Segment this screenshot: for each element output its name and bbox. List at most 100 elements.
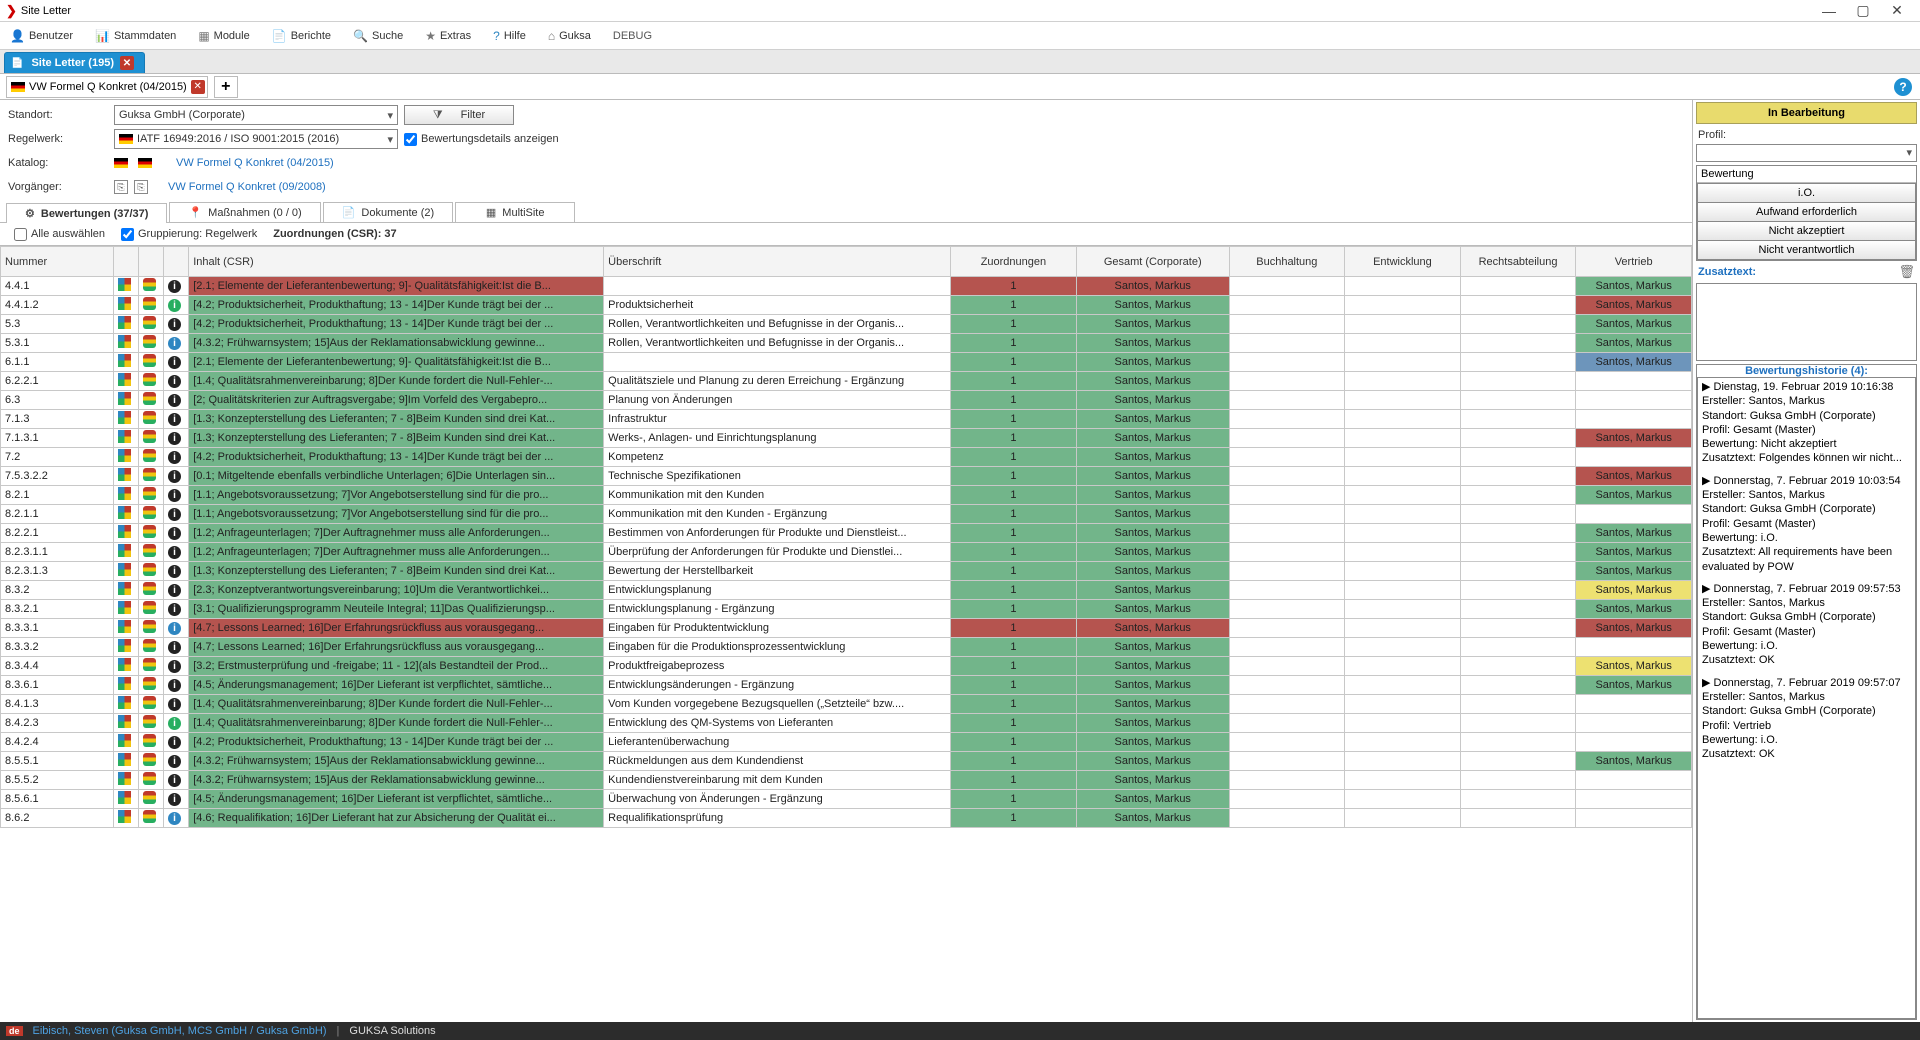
col-gesamt[interactable]: Gesamt (Corporate) (1076, 247, 1229, 277)
traffic-icon[interactable] (138, 372, 163, 391)
traffic-icon[interactable] (138, 505, 163, 524)
table-row[interactable]: 8.2.3.1.1i[1.2; Anfrageunterlagen; 7]Der… (1, 543, 1692, 562)
catalog-tab-add[interactable]: + (214, 76, 238, 98)
col-vertrieb[interactable]: Vertrieb (1576, 247, 1692, 277)
grid-icon[interactable] (113, 581, 138, 600)
traffic-icon[interactable] (138, 524, 163, 543)
grid-icon[interactable] (113, 600, 138, 619)
table-row[interactable]: 8.3.4.4i[3.2; Erstmusterprüfung und -fre… (1, 657, 1692, 676)
info-icon[interactable]: i (164, 448, 189, 467)
traffic-icon[interactable] (138, 657, 163, 676)
table-row[interactable]: 8.3.2i[2.3; Konzeptverantwortungsvereinb… (1, 581, 1692, 600)
trash-icon[interactable]: 🗑 (1898, 264, 1915, 280)
history-title[interactable]: Bewertungshistorie (4): (1697, 365, 1916, 377)
table-row[interactable]: 8.5.6.1i[4.5; Änderungsmanagement; 16]De… (1, 790, 1692, 809)
filter-button[interactable]: ⧩ Filter (404, 105, 514, 125)
col-inhalt[interactable]: Inhalt (CSR) (189, 247, 604, 277)
grid-icon[interactable] (113, 429, 138, 448)
table-row[interactable]: 6.1.1i[2.1; Elemente der Lieferantenbewe… (1, 353, 1692, 372)
grid-icon[interactable] (113, 638, 138, 657)
info-icon[interactable]: i (164, 372, 189, 391)
grid-icon[interactable] (113, 391, 138, 410)
traffic-icon[interactable] (138, 448, 163, 467)
table-row[interactable]: 7.1.3.1i[1.3; Konzepterstellung des Lief… (1, 429, 1692, 448)
info-icon[interactable]: i (164, 505, 189, 524)
rating-btn-nicht-verantwortlich[interactable]: Nicht verantwortlich (1697, 241, 1916, 260)
info-icon[interactable]: i (164, 752, 189, 771)
export-pdf-icon[interactable]: ⎘ (114, 180, 128, 194)
info-icon[interactable]: i (164, 315, 189, 334)
grid-icon[interactable] (113, 714, 138, 733)
traffic-icon[interactable] (138, 334, 163, 353)
grid-icon[interactable] (113, 315, 138, 334)
menu-suche[interactable]: 🔍Suche (347, 27, 409, 45)
info-icon[interactable]: i (164, 277, 189, 296)
traffic-icon[interactable] (138, 600, 163, 619)
doc-tab-siteletter[interactable]: 📄 Site Letter (195) ✕ (4, 52, 145, 73)
info-icon[interactable]: i (164, 657, 189, 676)
traffic-icon[interactable] (138, 486, 163, 505)
traffic-icon[interactable] (138, 543, 163, 562)
rating-btn-aufwand-erforderlich[interactable]: Aufwand erforderlich (1697, 203, 1916, 222)
grid-icon[interactable] (113, 524, 138, 543)
traffic-icon[interactable] (138, 809, 163, 828)
grid-icon[interactable] (113, 334, 138, 353)
info-icon[interactable]: i (164, 733, 189, 752)
table-row[interactable]: 8.3.6.1i[4.5; Änderungsmanagement; 16]De… (1, 676, 1692, 695)
traffic-icon[interactable] (138, 277, 163, 296)
grid-icon[interactable] (113, 353, 138, 372)
table-row[interactable]: 6.2.2.1i[1.4; Qualitätsrahmenvereinbarun… (1, 372, 1692, 391)
col-buchhaltung[interactable]: Buchhaltung (1229, 247, 1345, 277)
info-icon[interactable]: i (164, 619, 189, 638)
table-row[interactable]: 8.5.5.2i[4.3.2; Frühwarnsystem; 15]Aus d… (1, 771, 1692, 790)
info-icon[interactable]: i (164, 562, 189, 581)
grid-icon[interactable] (113, 657, 138, 676)
grid-icon[interactable] (113, 543, 138, 562)
tab-massnahmen[interactable]: 📍Maßnahmen (0 / 0) (169, 202, 320, 222)
grid-icon[interactable] (113, 676, 138, 695)
info-icon[interactable]: i (164, 486, 189, 505)
table-row[interactable]: 8.2.2.1i[1.2; Anfrageunterlagen; 7]Der A… (1, 524, 1692, 543)
standort-combo[interactable]: Guksa GmbH (Corporate) (114, 105, 398, 125)
details-checkbox[interactable]: Bewertungsdetails anzeigen (404, 133, 559, 146)
traffic-icon[interactable] (138, 676, 163, 695)
table-row[interactable]: 7.2i[4.2; Produktsicherheit, Produkthaft… (1, 448, 1692, 467)
grid-icon[interactable] (113, 771, 138, 790)
grid-icon[interactable] (113, 695, 138, 714)
table-row[interactable]: 8.4.2.4i[4.2; Produktsicherheit, Produkt… (1, 733, 1692, 752)
catalog-tab-close[interactable]: ✕ (191, 80, 205, 94)
tab-bewertungen[interactable]: ⚙Bewertungen (37/37) (6, 203, 167, 223)
info-icon[interactable]: i (164, 676, 189, 695)
zusatztext-input[interactable] (1696, 283, 1917, 361)
info-icon[interactable]: i (164, 581, 189, 600)
info-icon[interactable]: i (164, 429, 189, 448)
menu-guksa[interactable]: ⌂Guksa (542, 27, 597, 45)
col-ueberschrift[interactable]: Überschrift (604, 247, 951, 277)
traffic-icon[interactable] (138, 619, 163, 638)
table-row[interactable]: 6.3i[2; Qualitätskriterien zur Auftragsv… (1, 391, 1692, 410)
info-icon[interactable]: i (164, 695, 189, 714)
menu-module[interactable]: ▦Module (192, 27, 255, 45)
menu-stammdaten[interactable]: 📊Stammdaten (89, 27, 182, 45)
col-nummer[interactable]: Nummer (1, 247, 114, 277)
grid-icon[interactable] (113, 562, 138, 581)
info-icon[interactable]: i (164, 467, 189, 486)
traffic-icon[interactable] (138, 581, 163, 600)
catalog-tab-active[interactable]: VW Formel Q Konkret (04/2015) ✕ (6, 76, 208, 98)
menu-berichte[interactable]: 📄Berichte (266, 27, 337, 45)
grid-icon[interactable] (113, 486, 138, 505)
details-checkbox-input[interactable] (404, 133, 417, 146)
info-icon[interactable]: i (164, 638, 189, 657)
close-button[interactable]: ✕ (1880, 2, 1914, 19)
table-row[interactable]: 8.2.3.1.3i[1.3; Konzepterstellung des Li… (1, 562, 1692, 581)
profil-combo[interactable] (1696, 144, 1917, 162)
info-icon[interactable]: i (164, 524, 189, 543)
grid-icon[interactable] (113, 372, 138, 391)
help-icon[interactable]: ? (1894, 78, 1912, 96)
grid-icon[interactable] (113, 277, 138, 296)
rating-btn-i-o-[interactable]: i.O. (1697, 183, 1916, 203)
col-zuordnungen[interactable]: Zuordnungen (950, 247, 1076, 277)
rating-btn-nicht-akzeptiert[interactable]: Nicht akzeptiert (1697, 222, 1916, 241)
traffic-icon[interactable] (138, 714, 163, 733)
table-row[interactable]: 8.3.3.1i[4.7; Lessons Learned; 16]Der Er… (1, 619, 1692, 638)
